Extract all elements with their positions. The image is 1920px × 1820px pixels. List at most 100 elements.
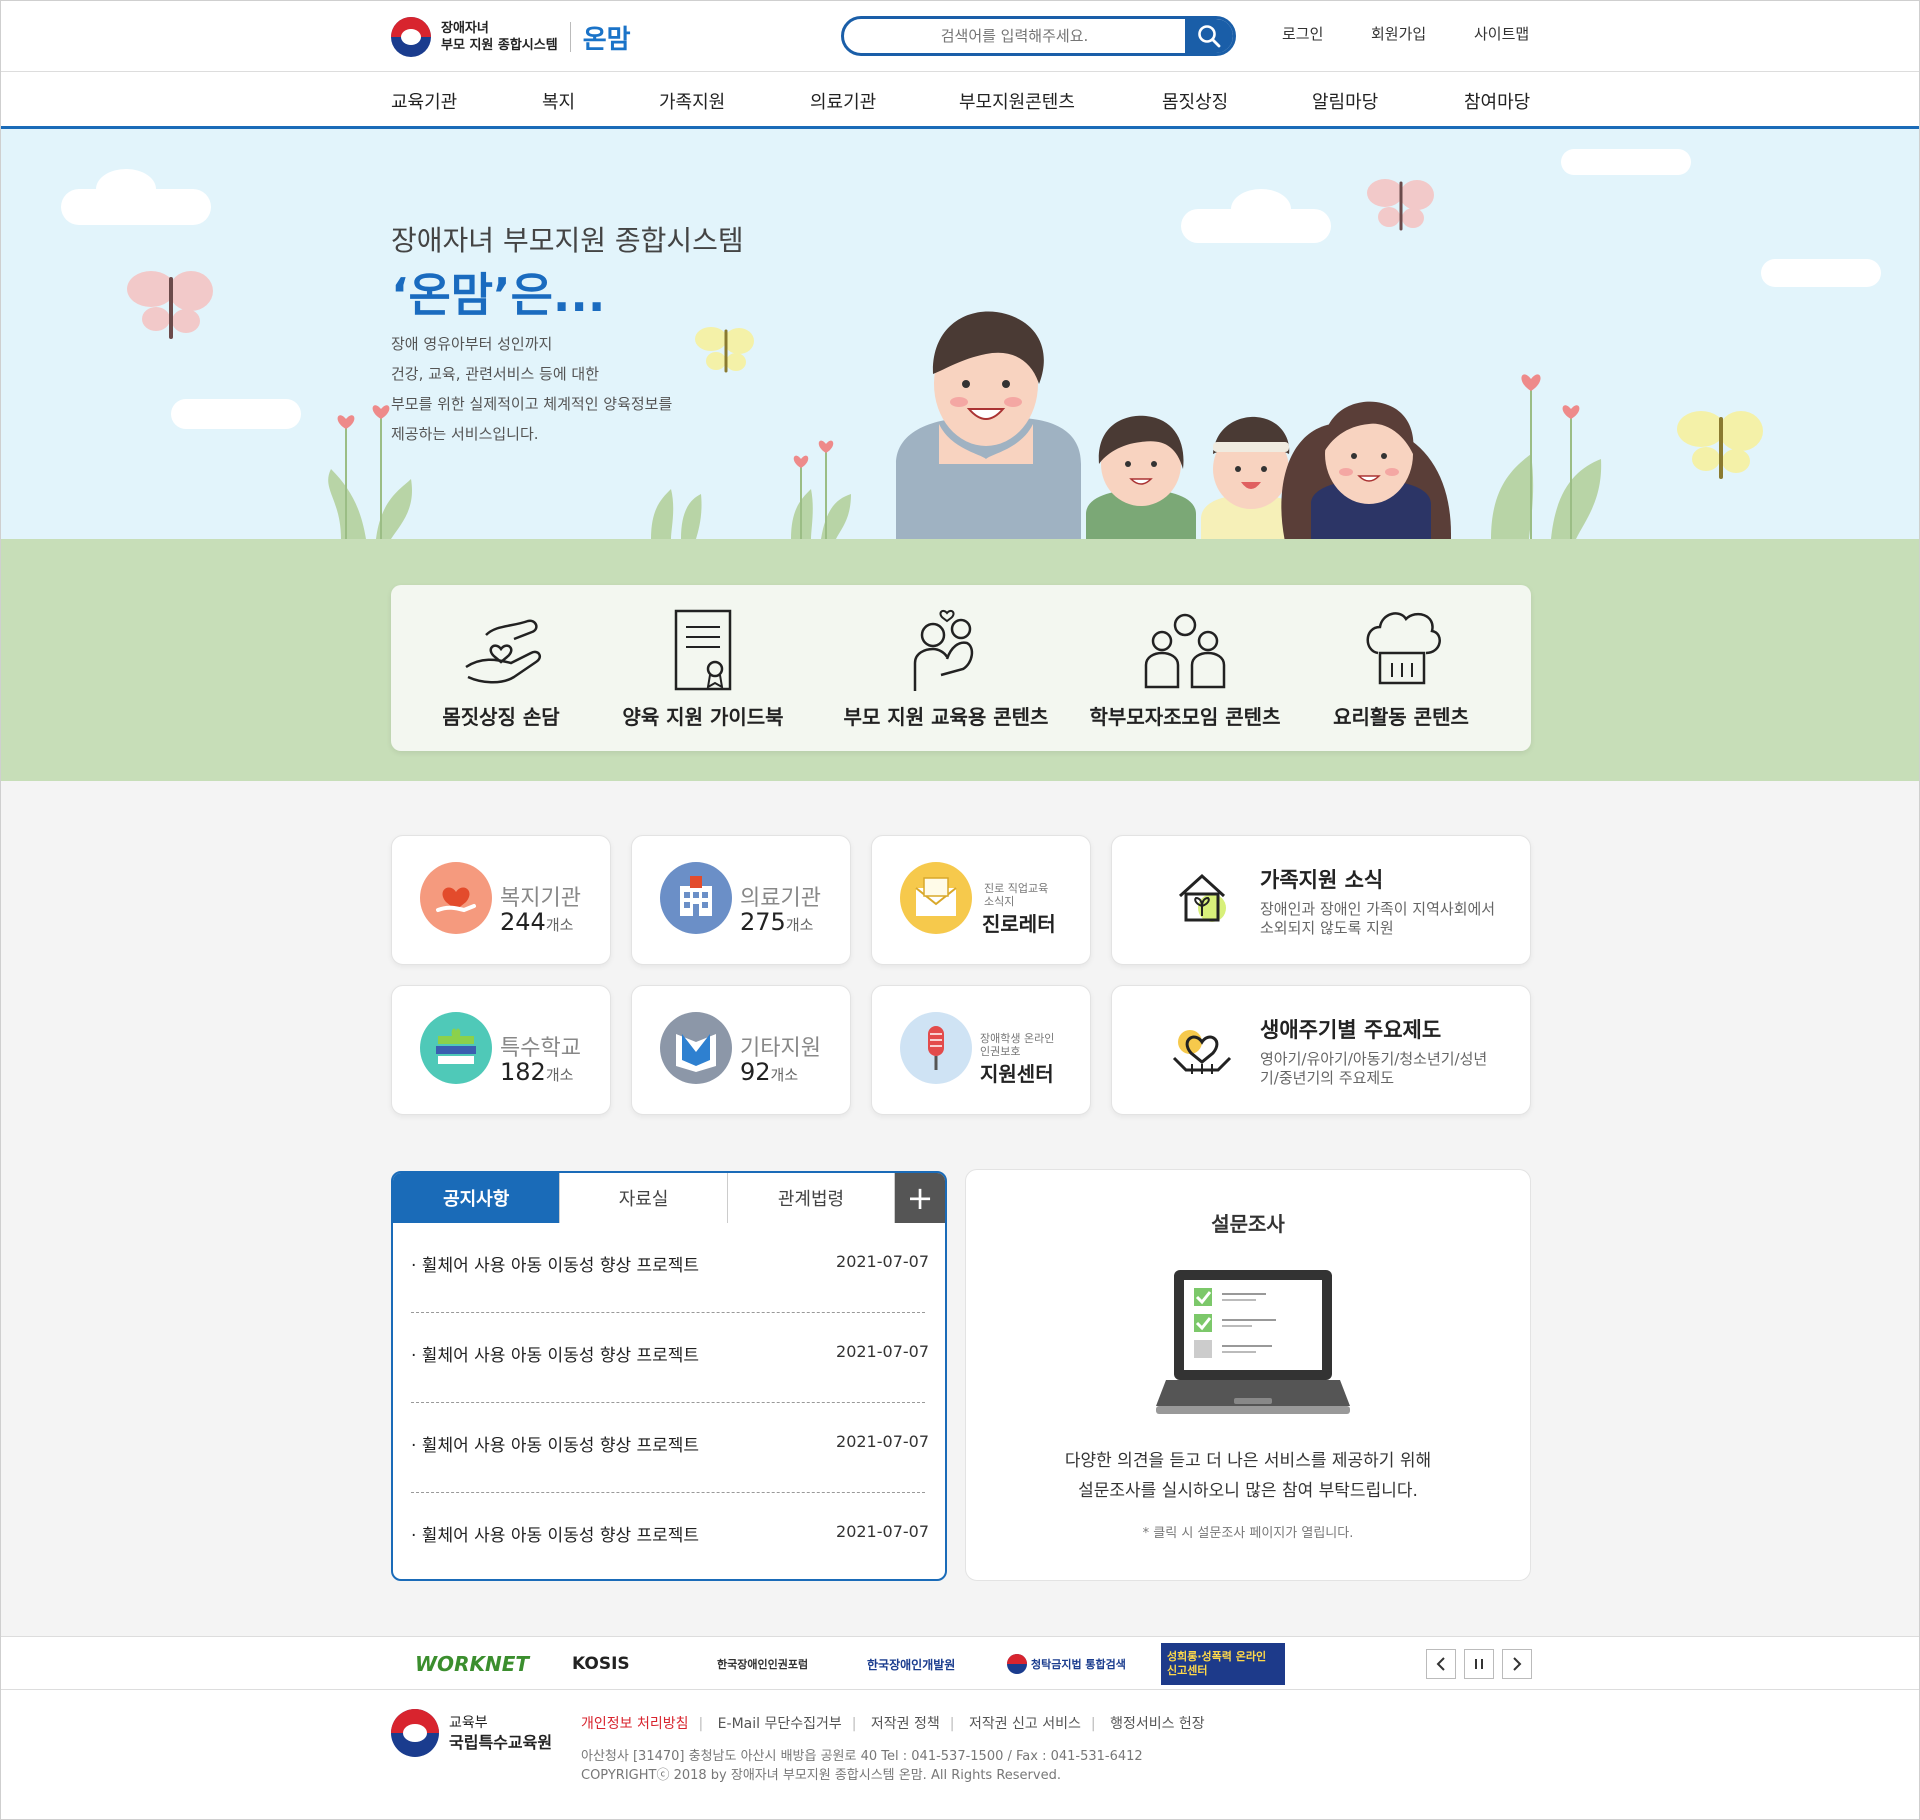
footer-link-email-refusal[interactable]: E-Mail 무단수집거부 — [718, 1716, 842, 1732]
stat-card-welfare[interactable]: 복지기관 244개소 — [391, 835, 611, 965]
nav-education[interactable]: 교육기관 — [391, 88, 457, 114]
family-news-card[interactable]: 가족지원 소식 장애인과 장애인 가족이 지역사회에서 소외되지 않도록 지원 — [1111, 835, 1531, 965]
flower-plant-illustration — [791, 440, 851, 539]
cloud-decoration — [1231, 189, 1291, 229]
logo-divider — [569, 22, 571, 52]
career-letter-card[interactable]: 진로 직업교육 소식지 진로레터 — [871, 835, 1091, 965]
hero-desc-line: 부모를 위한 실제적이고 체계적인 양육정보를 — [391, 395, 673, 413]
card-subtitle-line: 장애학생 온라인 — [980, 1032, 1055, 1045]
banner-pause-button[interactable] — [1464, 1649, 1494, 1679]
cloud-decoration — [171, 399, 301, 429]
footer-address: 아산청사 [31470] 충청남도 아산시 배방읍 공원로 40 Tel : 0… — [581, 1747, 1143, 1785]
footer-link-separator: | — [698, 1716, 704, 1732]
nav-notice[interactable]: 알림마당 — [1312, 88, 1378, 114]
notice-date: 2021-07-07 — [836, 1342, 929, 1361]
footer-link-copyright-policy[interactable]: 저작권 정책 — [871, 1716, 940, 1732]
logo-subtitle: 장애자녀 부모 지원 종합시스템 — [441, 20, 558, 54]
nav-family-support[interactable]: 가족지원 — [659, 88, 725, 114]
banner-next-button[interactable] — [1502, 1649, 1532, 1679]
tab-laws[interactable]: 관계법령 — [727, 1173, 896, 1223]
nav-medical[interactable]: 의료기관 — [810, 88, 876, 114]
footer-link-service-charter[interactable]: 행정서비스 헌장 — [1110, 1716, 1205, 1732]
search-input[interactable] — [844, 19, 1185, 53]
stat-count-value: 244 — [500, 908, 546, 936]
korea-emblem-icon — [391, 17, 431, 57]
flower-plant-illustration — [1491, 374, 1602, 539]
sitemap-link[interactable]: 사이트맵 — [1474, 23, 1529, 44]
quick-item-parent-education[interactable]: 부모 지원 교육용 콘텐츠 — [831, 585, 1061, 751]
quick-item-cooking[interactable]: 요리활동 콘텐츠 — [1321, 585, 1481, 751]
hospital-icon — [660, 862, 732, 934]
logo-sub-line1: 장애자녀 — [441, 21, 489, 36]
hero-banner: 장애자녀 부모지원 종합시스템 ‘온맘’은... 장애 영유아부터 성인까지 건… — [1, 129, 1919, 539]
site-logo[interactable]: 장애자녀 부모 지원 종합시스템 온맘 — [391, 16, 631, 58]
tab-archive[interactable]: 자료실 — [560, 1173, 728, 1223]
card-subtitle: 진로 직업교육 소식지 — [984, 882, 1074, 908]
banner-koddi[interactable]: 한국장애인개발원 — [867, 1649, 955, 1679]
quick-item-guidebook[interactable]: 양육 지원 가이드북 — [613, 585, 793, 751]
tab-notice[interactable]: 공지사항 — [393, 1173, 561, 1223]
banner-harassment-report[interactable]: 성희롱·성폭력 온라인 신고센터 — [1161, 1643, 1285, 1685]
card-subtitle-line: 소식지 — [984, 895, 1015, 908]
banner-kosis[interactable]: KOSIS — [572, 1649, 630, 1679]
rights-center-card[interactable]: 장애학생 온라인 인권보호 지원센터 — [871, 985, 1091, 1115]
notice-row[interactable]: · 휠체어 사용 아동 이동성 향상 프로젝트 2021-07-07 — [411, 1493, 929, 1579]
card-title: 지원센터 — [980, 1062, 1054, 1086]
nav-sign-symbols[interactable]: 몸짓상징 — [1162, 88, 1228, 114]
login-link[interactable]: 로그인 — [1282, 23, 1323, 44]
quick-item-label: 양육 지원 가이드북 — [622, 705, 784, 729]
group-icon — [1144, 613, 1226, 689]
chevron-left-icon — [1436, 1657, 1445, 1671]
survey-desc-line: 설문조사를 실시하오니 많은 참여 부탁드립니다. — [1078, 1481, 1418, 1501]
more-plus-button[interactable]: + — [895, 1173, 945, 1223]
notice-row[interactable]: · 휠체어 사용 아동 이동성 향상 프로젝트 2021-07-07 — [411, 1223, 929, 1313]
footer-address-line: 아산청사 [31470] 충청남도 아산시 배방읍 공원로 40 Tel : 0… — [581, 1749, 1143, 1764]
signup-link[interactable]: 회원가입 — [1371, 23, 1426, 44]
hero-title: 장애자녀 부모지원 종합시스템 — [391, 224, 744, 257]
notice-title: · 휠체어 사용 아동 이동성 향상 프로젝트 — [411, 1526, 700, 1546]
footer-logo: 교육부 국립특수교육원 — [391, 1709, 552, 1757]
heart-hand-icon — [420, 862, 492, 934]
footer-link-separator: | — [1090, 1716, 1096, 1732]
stat-count-value: 275 — [740, 908, 786, 936]
butterfly-illustration — [1677, 411, 1763, 479]
survey-description: 다양한 의견을 듣고 더 나은 서비스를 제공하기 위해 설문조사를 실시하오니… — [966, 1446, 1530, 1506]
quick-item-label: 몸짓상징 손담 — [442, 705, 560, 729]
footer-link-copyright-report[interactable]: 저작권 신고 서비스 — [969, 1716, 1081, 1732]
grass-illustration — [651, 489, 702, 539]
quick-item-sign-language[interactable]: 몸짓상징 손담 — [431, 585, 571, 751]
stat-card-medical[interactable]: 의료기관 275개소 — [631, 835, 851, 965]
card-subtitle: 장애학생 온라인 인권보호 — [980, 1032, 1070, 1058]
notice-row[interactable]: · 휠체어 사용 아동 이동성 향상 프로젝트 2021-07-07 — [411, 1403, 929, 1493]
quick-item-parent-group[interactable]: 학부모자조모임 콘텐츠 — [1085, 585, 1285, 751]
nav-participation[interactable]: 참여마당 — [1464, 88, 1530, 114]
footer-link-privacy[interactable]: 개인정보 처리방침 — [581, 1716, 689, 1732]
banner-worknet[interactable]: WORKNET — [415, 1649, 529, 1679]
stat-card-special-school[interactable]: 특수학교 182개소 — [391, 985, 611, 1115]
search-box — [841, 16, 1236, 56]
card-description: 영아기/유아기/아동기/청소년기/성년기/중년기의 주요제도 — [1260, 1050, 1488, 1087]
banner-prev-button[interactable] — [1426, 1649, 1456, 1679]
search-button[interactable] — [1185, 19, 1233, 53]
banner-disability-rights-forum[interactable]: 한국장애인인권포럼 — [717, 1649, 808, 1679]
stat-count-value: 92 — [740, 1058, 771, 1086]
survey-title: 설문조사 — [1211, 1212, 1285, 1236]
house-sprout-icon — [1178, 873, 1226, 922]
footer-org-ministry: 교육부 — [449, 1715, 488, 1731]
footer-org-institute: 국립특수교육원 — [449, 1733, 553, 1752]
banner-anti-graft-search[interactable]: 청탁금지법 통합검색 — [1007, 1649, 1126, 1679]
survey-desc-line: 다양한 의견을 듣고 더 나은 서비스를 제공하기 위해 — [1064, 1451, 1432, 1471]
notice-row[interactable]: · 휠체어 사용 아동 이동성 향상 프로젝트 2021-07-07 — [411, 1313, 929, 1403]
main-nav: 교육기관 복지 가족지원 의료기관 부모지원콘텐츠 몸짓상징 알림마당 참여마당 — [1, 71, 1919, 129]
nav-parent-content[interactable]: 부모지원콘텐츠 — [959, 88, 1075, 114]
survey-card[interactable]: 설문조사 다양한 의견을 듣고 더 나은 서비스를 제공하기 위해 설문조사를 … — [965, 1169, 1531, 1581]
family-illustration — [896, 311, 1451, 539]
banner-anti-graft-label: 청탁금지법 통합검색 — [1031, 1658, 1126, 1671]
header: 장애자녀 부모 지원 종합시스템 온맘 로그인 회원가입 사이트맵 — [1, 1, 1919, 71]
lifecycle-policy-card[interactable]: 생애주기별 주요제도 영아기/유아기/아동기/청소년기/성년기/중년기의 주요제… — [1111, 985, 1531, 1115]
stat-card-other-support[interactable]: 기타지원 92개소 — [631, 985, 851, 1115]
cloud-decoration — [96, 169, 156, 209]
nav-welfare[interactable]: 복지 — [542, 88, 575, 114]
card-title: 생애주기별 주요제도 — [1260, 1018, 1442, 1042]
search-icon — [1198, 25, 1221, 48]
